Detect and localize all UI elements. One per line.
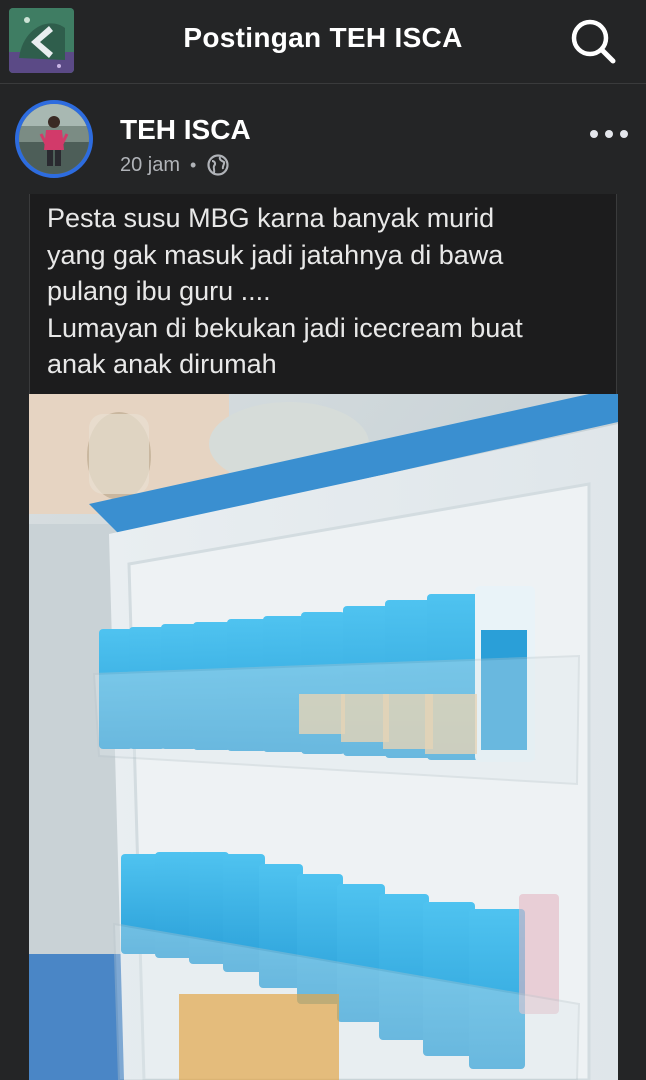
post-text[interactable]: Pesta susu MBG karna banyak murid yang g… xyxy=(47,200,607,383)
top-app-bar: Postingan TEH ISCA xyxy=(0,0,646,84)
avatar[interactable] xyxy=(15,100,93,178)
public-globe-icon xyxy=(207,154,229,176)
post-timestamp[interactable]: 20 jam xyxy=(120,154,180,177)
fridge-door-photo xyxy=(29,394,618,1080)
search-button[interactable] xyxy=(568,16,618,66)
meta-separator: • xyxy=(190,154,197,175)
post-body: Pesta susu MBG karna banyak murid yang g… xyxy=(29,194,617,394)
more-options-icon xyxy=(590,130,628,138)
post-meta: 20 jam • xyxy=(120,153,230,177)
post-photo[interactable] xyxy=(29,394,618,1080)
post-header: TEH ISCA 20 jam • xyxy=(0,84,646,194)
avatar-photo xyxy=(19,104,89,174)
search-icon xyxy=(571,19,616,64)
post-author-name[interactable]: TEH ISCA xyxy=(120,114,251,146)
page-title: Postingan TEH ISCA xyxy=(183,22,463,53)
more-options-button[interactable] xyxy=(588,124,630,144)
